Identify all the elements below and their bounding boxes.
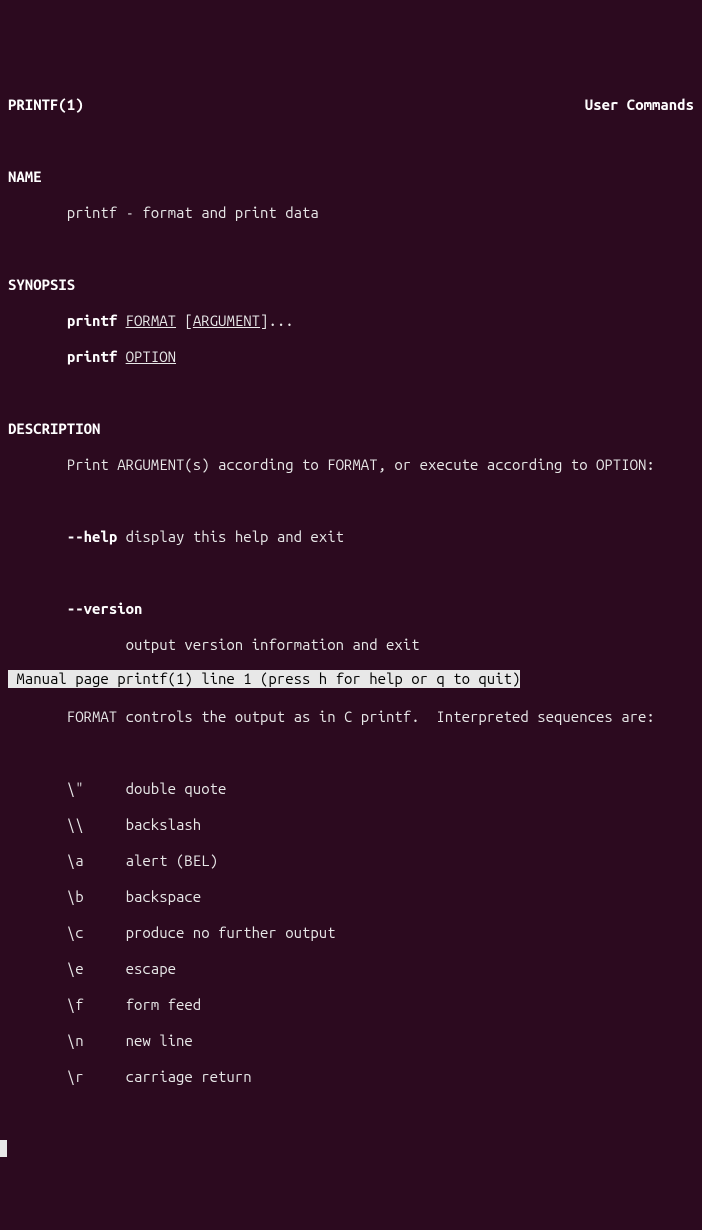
- escape-seq-row: \\ backslash: [8, 816, 694, 834]
- blank: [8, 1014, 694, 1032]
- name-body: printf - format and print data: [8, 204, 694, 222]
- blank: [8, 978, 694, 996]
- flag-help: --help: [67, 528, 117, 545]
- bracket: [: [176, 312, 193, 329]
- status-text: Manual page printf(1) line 1 (press h fo…: [8, 670, 520, 687]
- escape-seq-row: \b backspace: [8, 888, 694, 906]
- section-name-heading: NAME: [8, 168, 694, 186]
- blank: [8, 1050, 694, 1068]
- format-intro: FORMAT controls the output as in C print…: [8, 708, 694, 726]
- header-right: User Commands: [585, 96, 694, 114]
- arg-argument: ARGUMENT: [193, 312, 260, 329]
- escape-seq-row: \" double quote: [8, 780, 694, 798]
- blank: [8, 906, 694, 924]
- blank: [8, 132, 694, 150]
- cmd-printf: printf: [67, 312, 117, 329]
- version-line: --version: [8, 600, 694, 618]
- escape-seq-row: \e escape: [8, 960, 694, 978]
- tail: ]...: [260, 312, 294, 329]
- version-desc: output version information and exit: [8, 636, 694, 654]
- blank: [8, 744, 694, 762]
- help-line: --help display this help and exit: [8, 528, 694, 546]
- escape-seq-row: \f form feed: [8, 996, 694, 1014]
- section-description-heading: DESCRIPTION: [8, 420, 694, 438]
- blank: [8, 870, 694, 888]
- blank: [8, 942, 694, 960]
- header-line: PRINTF(1) User Commands: [8, 96, 694, 114]
- flag-version: --version: [67, 600, 143, 617]
- blank: [8, 492, 694, 510]
- synopsis-line-2: printf OPTION: [8, 348, 694, 366]
- section-synopsis-heading: SYNOPSIS: [8, 276, 694, 294]
- manpage-viewport[interactable]: PRINTF(1) User Commands NAME printf - for…: [0, 72, 702, 1104]
- cursor: [0, 1140, 7, 1157]
- arg-format: FORMAT: [126, 312, 176, 329]
- escape-seq-row: \c produce no further output: [8, 924, 694, 942]
- blank: [8, 384, 694, 402]
- status-bar: Manual page printf(1) line 1 (press h fo…: [8, 670, 520, 688]
- blank: [8, 564, 694, 582]
- blank: [8, 834, 694, 852]
- escape-seq-row: \n new line: [8, 1032, 694, 1050]
- escape-seq-row: \r carriage return: [8, 1068, 694, 1086]
- escape-seq-row: \a alert (BEL): [8, 852, 694, 870]
- description-text: Print ARGUMENT(s) according to FORMAT, o…: [8, 456, 694, 474]
- help-desc: display this help and exit: [117, 528, 344, 545]
- header-left: PRINTF(1): [8, 96, 84, 114]
- cmd-printf: printf: [67, 348, 117, 365]
- synopsis-line-1: printf FORMAT [ARGUMENT]...: [8, 312, 694, 330]
- arg-option: OPTION: [126, 348, 176, 365]
- blank: [8, 240, 694, 258]
- blank: [8, 798, 694, 816]
